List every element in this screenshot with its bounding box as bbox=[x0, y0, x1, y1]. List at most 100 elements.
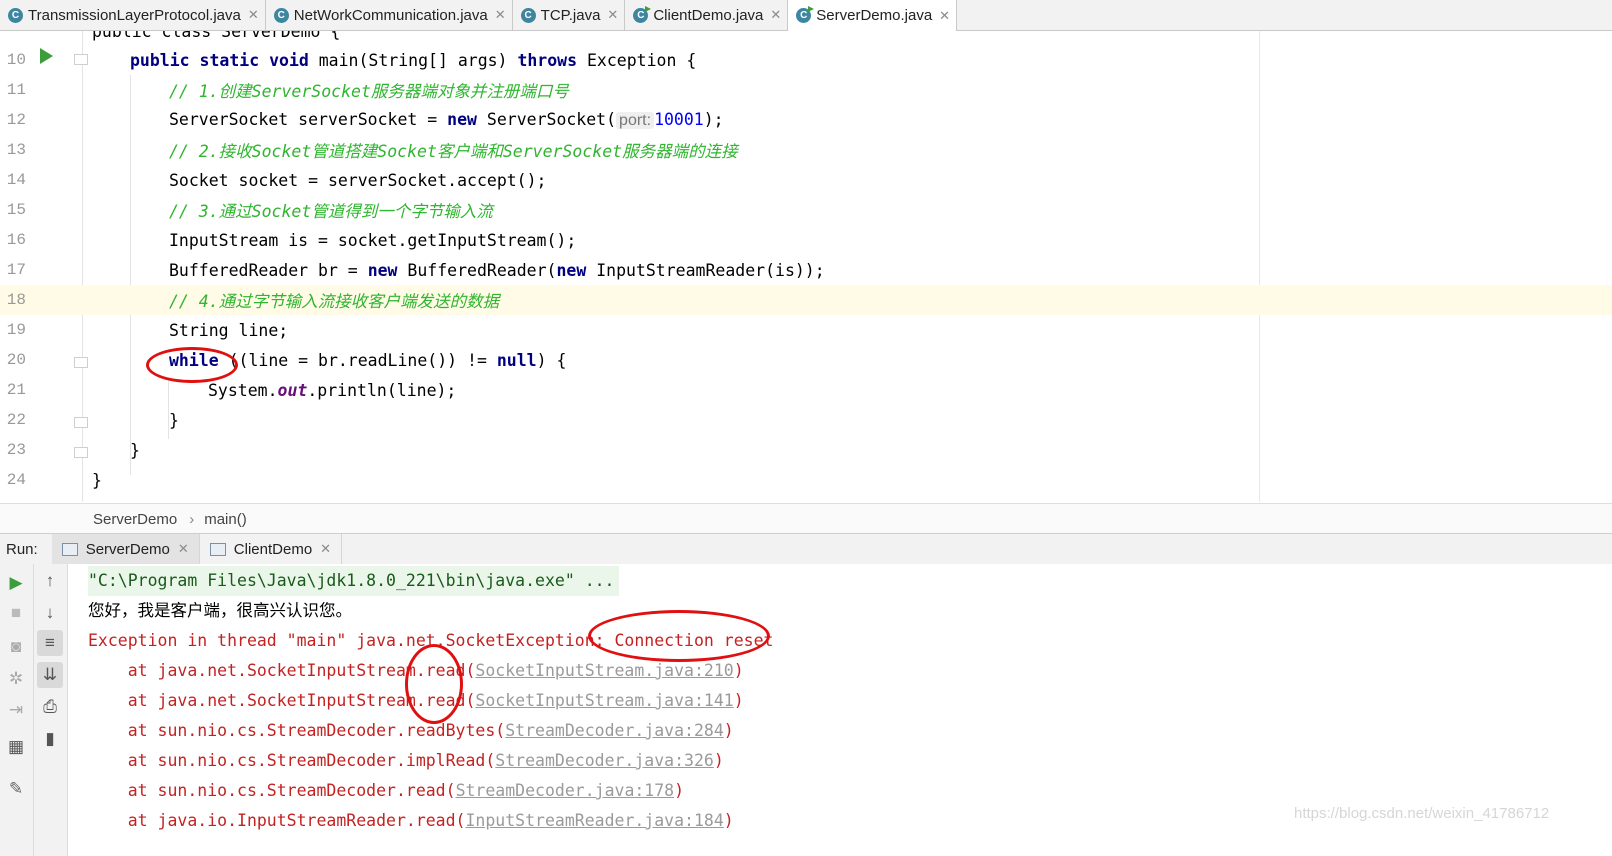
code-token: BufferedReader br = bbox=[169, 260, 368, 280]
close-icon[interactable]: ✕ bbox=[939, 8, 950, 24]
tab-client-demo[interactable]: C ClientDemo.java ✕ bbox=[625, 0, 789, 30]
code-text: Socket socket = serverSocket.accept(); bbox=[169, 170, 547, 190]
keyword: new bbox=[367, 260, 398, 280]
trash-icon[interactable]: ▮ bbox=[37, 726, 63, 752]
pin-icon[interactable]: ✎ bbox=[3, 776, 29, 802]
line-number: 16 bbox=[6, 231, 26, 249]
scroll-to-end-icon[interactable]: ⇊ bbox=[37, 662, 63, 688]
line-number: 15 bbox=[6, 201, 26, 219]
code-text: public static void main(String[] args) t… bbox=[130, 51, 696, 70]
arrow-down-icon[interactable]: ↓ bbox=[37, 600, 63, 626]
code-text: System.out.println(line); bbox=[208, 381, 456, 400]
code-text: } bbox=[169, 410, 179, 430]
code-line: 16 InputStream is = socket.getInputStrea… bbox=[0, 225, 1612, 255]
code-line: 12 ServerSocket serverSocket = new Serve… bbox=[0, 105, 1612, 135]
code-comment: // 1.创建ServerSocket服务器端对象并注册端口号 bbox=[169, 82, 569, 101]
watermark-text: https://blog.csdn.net/weixin_41786712 bbox=[1294, 805, 1550, 822]
exit-icon[interactable]: ⇥ bbox=[3, 697, 29, 723]
code-token: ) { bbox=[536, 350, 567, 370]
tab-tcp[interactable]: C TCP.java ✕ bbox=[513, 0, 626, 30]
code-text: ServerSocket serverSocket = new ServerSo… bbox=[169, 110, 724, 130]
console-icon bbox=[61, 542, 78, 556]
arrow-up-icon[interactable]: ↑ bbox=[37, 568, 63, 594]
stack-trace-line: at sun.nio.cs.StreamDecoder.readBytes(St… bbox=[88, 716, 734, 746]
code-text: } bbox=[130, 440, 140, 460]
line-number: 21 bbox=[6, 381, 26, 399]
tab-transmission-layer-protocol[interactable]: C TransmissionLayerProtocol.java ✕ bbox=[0, 0, 266, 30]
close-icon[interactable]: ✕ bbox=[320, 541, 331, 557]
tab-network-communication[interactable]: C NetWorkCommunication.java ✕ bbox=[266, 0, 513, 30]
tab-server-demo[interactable]: C ServerDemo.java ✕ bbox=[788, 0, 958, 31]
code-line: 19 String line; bbox=[0, 315, 1612, 345]
keyword: new bbox=[556, 260, 587, 280]
stack-trace-line: at sun.nio.cs.StreamDecoder.read(StreamD… bbox=[88, 776, 684, 806]
code-text: } bbox=[92, 470, 102, 490]
java-class-icon: C bbox=[520, 7, 536, 23]
code-line: 13 // 2.接收Socket管道搭建Socket客户端和ServerSock… bbox=[0, 135, 1612, 165]
run-toolbar-primary: ▶ ■ ◙ ✲ ⇥ ▦ ✎ bbox=[0, 564, 34, 856]
number-literal: 10001 bbox=[654, 110, 704, 129]
line-number: 10 bbox=[6, 51, 26, 69]
annotation-circle-read bbox=[405, 644, 463, 724]
run-tab-client-demo[interactable]: ClientDemo ✕ bbox=[200, 534, 343, 564]
source-link[interactable]: SocketInputStream.java:210 bbox=[475, 661, 733, 680]
code-line: 21 System.out.println(line); bbox=[0, 375, 1612, 405]
annotation-circle-connection-reset bbox=[588, 610, 770, 662]
keyword: new bbox=[447, 110, 477, 129]
java-class-icon: C bbox=[273, 7, 289, 23]
rerun-icon[interactable]: ▶ bbox=[3, 570, 29, 596]
code-comment: // 4.通过字节输入流接收客户端发送的数据 bbox=[169, 292, 500, 311]
source-link[interactable]: SocketInputStream.java:141 bbox=[475, 691, 733, 710]
editor-tab-bar: C TransmissionLayerProtocol.java ✕ C Net… bbox=[0, 0, 1612, 31]
line-number: 19 bbox=[6, 321, 26, 339]
soft-wrap-icon[interactable]: ≡ bbox=[37, 630, 63, 656]
layout-icon[interactable]: ▦ bbox=[3, 734, 29, 760]
stack-frame-end: ) bbox=[723, 811, 734, 830]
stop-icon[interactable]: ■ bbox=[3, 600, 29, 626]
code-token: System. bbox=[208, 380, 278, 400]
annotation-circle-while bbox=[146, 347, 238, 383]
source-link[interactable]: StreamDecoder.java:178 bbox=[456, 781, 675, 800]
stack-frame: at java.io.InputStreamReader.read( bbox=[88, 811, 466, 830]
code-editor[interactable]: public class ServerDemo { 10 public stat… bbox=[0, 31, 1612, 502]
code-token: ServerSocket( bbox=[476, 110, 617, 129]
run-tab-label: ServerDemo bbox=[85, 540, 170, 558]
line-number: 22 bbox=[6, 411, 26, 429]
console-stdout-line: 您好，我是客户端，很高兴认识您。 bbox=[88, 601, 352, 620]
breadcrumb-class[interactable]: ServerDemo bbox=[93, 511, 177, 528]
stack-frame: at sun.nio.cs.StreamDecoder.read( bbox=[88, 781, 456, 800]
close-icon[interactable]: ✕ bbox=[178, 541, 189, 557]
run-tool-window-header: Run: ServerDemo ✕ ClientDemo ✕ bbox=[0, 533, 1612, 565]
code-line-current: 18 // 4.通过字节输入流接收客户端发送的数据 bbox=[0, 285, 1612, 315]
debug-icon[interactable]: ✲ bbox=[3, 666, 29, 692]
close-icon[interactable]: ✕ bbox=[495, 7, 506, 23]
line-number: 11 bbox=[6, 81, 26, 99]
source-link[interactable]: InputStreamReader.java:184 bbox=[466, 811, 724, 830]
source-link[interactable]: StreamDecoder.java:326 bbox=[495, 751, 714, 770]
source-link[interactable]: StreamDecoder.java:284 bbox=[505, 721, 724, 740]
code-comment: // 3.通过Socket管道得到一个字节输入流 bbox=[169, 202, 493, 221]
tab-label: ClientDemo.java bbox=[653, 6, 764, 24]
breadcrumb-method[interactable]: main() bbox=[204, 511, 247, 528]
code-line: 10 public static void main(String[] args… bbox=[0, 45, 1612, 75]
tab-label: NetWorkCommunication.java bbox=[293, 6, 488, 24]
code-line: 15 // 3.通过Socket管道得到一个字节输入流 bbox=[0, 195, 1612, 225]
java-class-icon: C bbox=[8, 7, 23, 23]
code-line: 11 // 1.创建ServerSocket服务器端对象并注册端口号 bbox=[0, 75, 1612, 105]
camera-icon[interactable]: ◙ bbox=[3, 634, 29, 660]
stack-frame: at sun.nio.cs.StreamDecoder.readBytes( bbox=[88, 721, 506, 740]
code-token: ((line = br.readLine()) != bbox=[218, 350, 497, 370]
code-token: main(String[] args) bbox=[308, 50, 518, 70]
run-tab-server-demo[interactable]: ServerDemo ✕ bbox=[51, 534, 200, 564]
stack-trace-line: at java.io.InputStreamReader.read(InputS… bbox=[88, 806, 734, 836]
console-command-line: "C:\Program Files\Java\jdk1.8.0_221\bin\… bbox=[88, 566, 619, 596]
stack-frame-end: ) bbox=[733, 661, 744, 680]
close-icon[interactable]: ✕ bbox=[607, 7, 618, 23]
print-icon[interactable]: ⎙ bbox=[37, 694, 63, 720]
code-line: 24 } bbox=[0, 465, 1612, 495]
code-text: String line; bbox=[169, 320, 289, 340]
parameter-hint: port: bbox=[616, 112, 655, 129]
close-icon[interactable]: ✕ bbox=[770, 7, 781, 23]
close-icon[interactable]: ✕ bbox=[248, 7, 259, 23]
static-field: out bbox=[277, 380, 308, 400]
